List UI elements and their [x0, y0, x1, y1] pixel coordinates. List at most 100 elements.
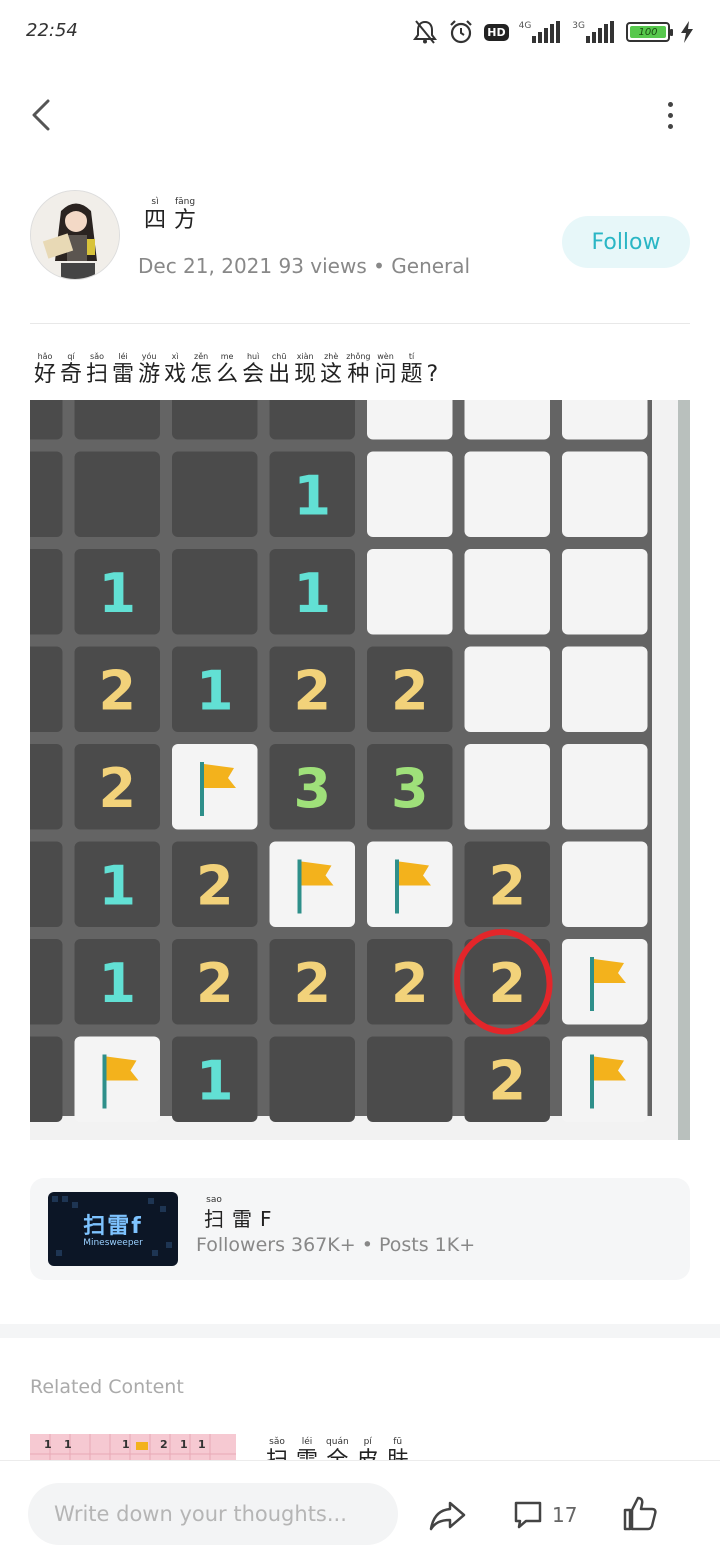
network-type: 3G — [572, 21, 585, 31]
signal-icon: 4G — [519, 21, 563, 43]
circle-logo-subtitle: Minesweeper — [83, 1238, 143, 1248]
revealed-cell — [30, 451, 63, 537]
author-name[interactable]: sì 四 fāng 方 — [144, 196, 204, 234]
follow-button[interactable]: Follow — [562, 216, 690, 268]
circle-logo: 扫雷f Minesweeper — [48, 1192, 178, 1266]
thumb-number: 1 — [122, 1438, 130, 1451]
covered-cell — [464, 400, 550, 440]
covered-cell — [464, 744, 550, 830]
hd-icon: HD — [484, 23, 509, 41]
cell-number: 1 — [196, 1049, 234, 1112]
covered-cell — [367, 549, 453, 635]
comment-input[interactable] — [28, 1483, 398, 1545]
cell-number: 2 — [98, 757, 136, 820]
comment-bubble-icon — [514, 1501, 542, 1529]
cell-number: 3 — [293, 757, 331, 820]
ruby-char: sao 扫 — [204, 1195, 224, 1231]
revealed-cell — [30, 744, 63, 830]
more-options-button[interactable] — [652, 95, 688, 135]
ruby-char: 雷 — [232, 1207, 252, 1231]
ruby-char: fāng 方 — [174, 197, 197, 233]
minesweeper-board: 11 12 1 2 22 3 31 2 21 2 2 2 21 2 — [30, 400, 690, 1140]
circle-logo-title: 扫雷f — [83, 1214, 143, 1239]
status-time: 22:54 — [26, 20, 78, 41]
divider — [30, 323, 690, 324]
battery-icon: 100 — [626, 22, 673, 42]
circle-stats: Followers 367K+ • Posts 1K+ — [196, 1234, 476, 1256]
ruby-char: sǎo扫 — [86, 352, 109, 387]
cell-number: 2 — [293, 952, 331, 1015]
like-button[interactable] — [620, 1493, 660, 1533]
ruby-char: chū 出 — [268, 352, 291, 387]
ruby-char: xiàn 现 — [294, 352, 317, 387]
ruby-char: huì 会 — [242, 352, 265, 387]
revealed-cell — [74, 400, 160, 440]
covered-cell — [562, 744, 648, 830]
revealed-cell — [172, 451, 258, 537]
covered-cell — [562, 549, 648, 635]
thumb-number: 1 — [44, 1438, 52, 1451]
ruby-char: qí 奇 — [60, 352, 83, 387]
cell-number: 1 — [196, 659, 234, 722]
covered-cell — [464, 646, 550, 732]
ruby-char: F — [260, 1207, 272, 1231]
revealed-cell — [172, 400, 258, 440]
covered-cell — [464, 451, 550, 537]
ruby-char: me 么 — [216, 352, 239, 387]
alarm-icon — [448, 19, 474, 45]
ruby-char: zhǒng 种 — [346, 352, 371, 387]
circle-card[interactable]: 扫雷f Minesweeper sao 扫雷 F Followers 367K+ •… — [30, 1178, 690, 1280]
ruby-char: wèn 问 — [374, 352, 397, 387]
cell-number: 2 — [98, 659, 136, 722]
ruby-char: zhè 这 — [320, 352, 343, 387]
bottom-bar: 17 — [0, 1460, 720, 1560]
cell-number: 2 — [293, 659, 331, 722]
cell-number: 2 — [196, 952, 234, 1015]
revealed-cell — [30, 939, 63, 1025]
revealed-cell — [74, 451, 160, 537]
covered-cell — [367, 400, 453, 440]
ruby-char: tí 题 — [400, 352, 423, 387]
ruby-char: sì 四 — [144, 197, 167, 233]
status-bar: 22:54 HD 4G 3G 100 — [0, 0, 720, 64]
section-separator — [0, 1324, 720, 1338]
ruby-char: ? — [426, 362, 439, 387]
ruby-char: zěn 怎 — [190, 352, 213, 387]
revealed-cell — [30, 549, 63, 635]
revealed-cell — [172, 549, 258, 635]
related-content-title: Related Content — [30, 1376, 184, 1398]
post-meta: Dec 21, 2021 93 views • General — [138, 254, 471, 278]
status-icons: HD 4G 3G 100 — [412, 16, 694, 48]
signal-icon: 3G — [572, 21, 616, 43]
post-image[interactable]: 11121222331221222212 — [30, 400, 690, 1140]
mute-bell-icon — [412, 19, 438, 45]
avatar[interactable] — [30, 190, 120, 280]
comment-button[interactable]: 17 — [512, 1495, 577, 1535]
ruby-char: yóu 游 — [138, 352, 161, 387]
revealed-cell — [30, 400, 63, 440]
share-button[interactable] — [428, 1495, 468, 1535]
image-edge — [678, 400, 690, 1140]
cell-number: 1 — [98, 854, 136, 917]
thumb-number: 1 — [180, 1438, 188, 1451]
battery-level: 100 — [630, 26, 666, 38]
ruby-char: xì 戏 — [164, 352, 187, 387]
ruby-char: hǎo 好 — [34, 352, 57, 387]
revealed-cell — [269, 1036, 355, 1122]
revealed-cell — [269, 400, 355, 440]
covered-cell — [562, 646, 648, 732]
thumb-number: 1 — [198, 1438, 206, 1451]
revealed-cell — [30, 646, 63, 732]
covered-cell — [464, 549, 550, 635]
circle-name: sao 扫雷 F — [204, 1194, 280, 1232]
cell-number: 1 — [293, 464, 331, 527]
chevron-left-icon — [32, 99, 50, 131]
ruby-char: léi雷 — [112, 352, 135, 387]
cell-number: 2 — [488, 854, 526, 917]
cell-number: 2 — [391, 952, 429, 1015]
covered-cell — [562, 451, 648, 537]
covered-cell — [367, 451, 453, 537]
more-vertical-icon — [667, 101, 673, 107]
comment-count: 17 — [552, 1503, 578, 1527]
back-button[interactable] — [24, 95, 60, 135]
